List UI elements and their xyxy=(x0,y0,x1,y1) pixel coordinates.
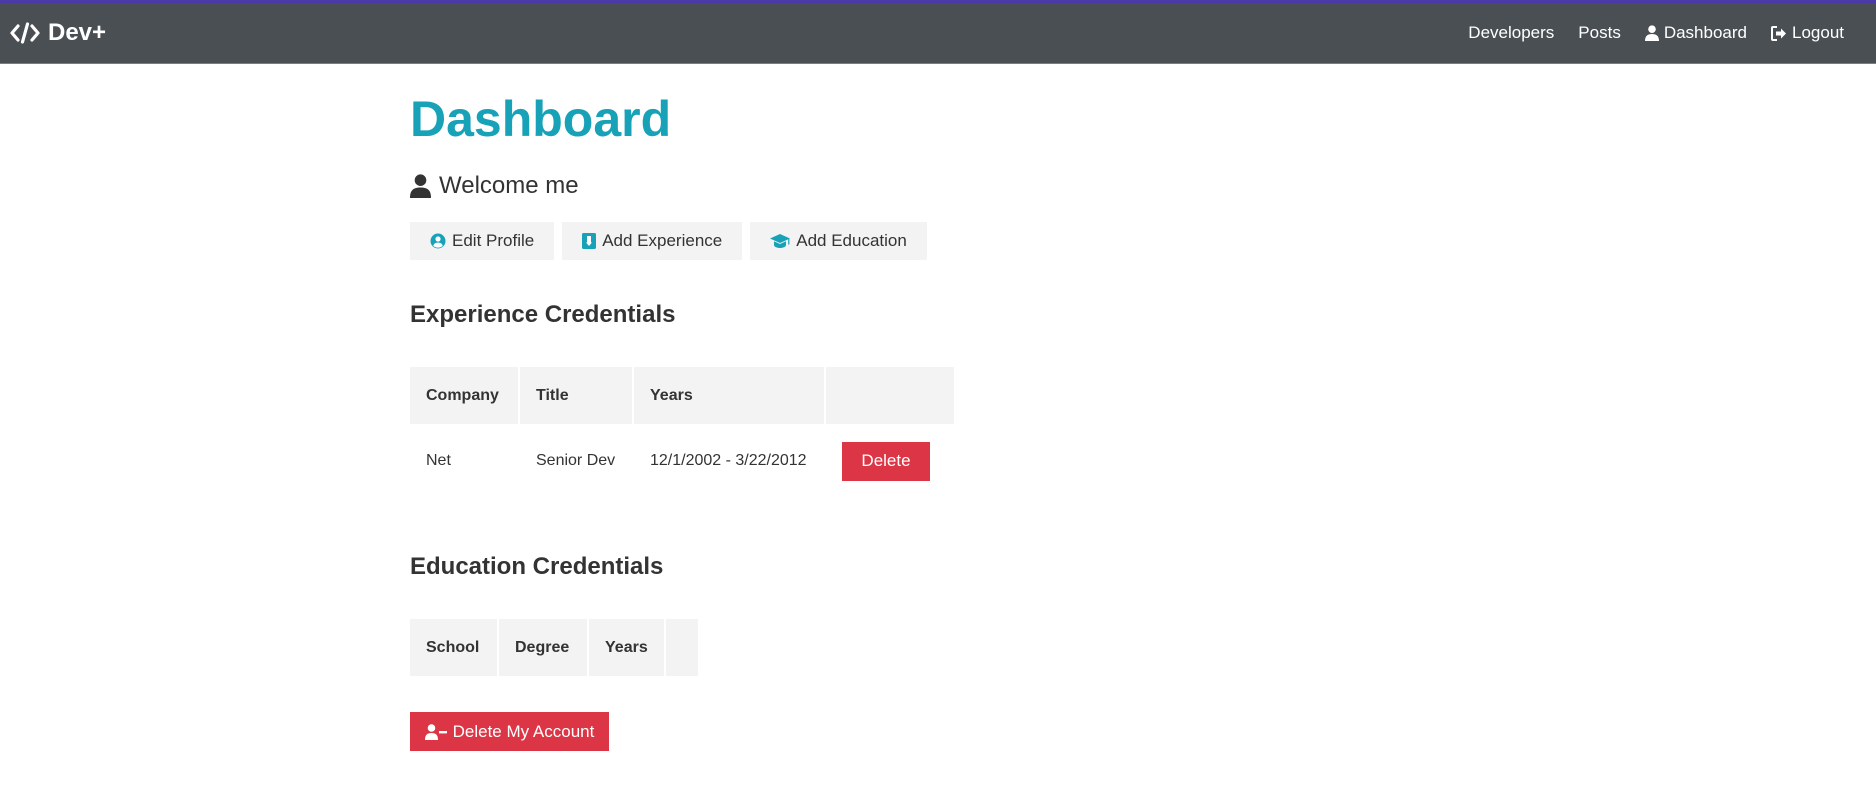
add-education-label: Add Education xyxy=(796,231,907,250)
experience-company: Net xyxy=(426,452,451,469)
delete-experience-button[interactable]: Delete xyxy=(842,441,930,481)
nav-link-developers[interactable]: Developers xyxy=(1468,23,1554,43)
column-header-years: Years xyxy=(634,367,824,424)
nav-link-label: Posts xyxy=(1578,23,1621,42)
table-row: Net Senior Dev 12/1/2002 - 3/22/2012 Del… xyxy=(410,426,954,496)
add-education-button[interactable]: Add Education xyxy=(750,222,927,260)
table-header-row: Company Title Years xyxy=(410,367,954,424)
logout-icon xyxy=(1771,25,1786,41)
delete-account-label: Delete My Account xyxy=(452,721,595,741)
experience-title: Senior Dev xyxy=(536,452,616,469)
nav-link-logout[interactable]: Logout xyxy=(1771,23,1844,43)
add-experience-label: Add Experience xyxy=(602,231,723,250)
education-title: Education Credentials xyxy=(410,553,664,580)
column-header-school: School xyxy=(410,619,497,676)
experience-years: 12/1/2002 - 3/22/2012 xyxy=(650,452,807,469)
navbar: Dev+ Developers Posts Dashboard Logout xyxy=(0,0,1876,64)
nav-link-posts[interactable]: Posts xyxy=(1578,23,1621,43)
edit-profile-button[interactable]: Edit Profile xyxy=(410,222,555,260)
column-header-actions xyxy=(665,619,698,676)
dashboard-actions: Edit Profile Add Experience Add Educatio… xyxy=(410,222,1410,260)
brand-link[interactable]: Dev+ xyxy=(10,19,106,47)
graduation-cap-icon xyxy=(770,233,791,248)
welcome-message: Welcome me xyxy=(410,172,1410,200)
user-icon xyxy=(1644,25,1659,41)
user-circle-icon xyxy=(430,233,446,249)
experience-title: Experience Credentials xyxy=(410,301,676,328)
nav-link-label: Developers xyxy=(1468,23,1555,42)
code-icon xyxy=(10,22,40,44)
page-title: Dashboard xyxy=(410,91,672,147)
id-badge-icon xyxy=(582,233,597,249)
column-header-actions xyxy=(826,367,954,424)
column-header-company: Company xyxy=(410,367,518,424)
nav-links: Developers Posts Dashboard Logout xyxy=(1468,23,1844,43)
add-experience-button[interactable]: Add Experience xyxy=(562,222,743,260)
experience-table: Company Title Years Net Senior Dev 12/1/… xyxy=(408,365,956,498)
table-header-row: School Degree Years xyxy=(410,619,698,676)
column-header-years: Years xyxy=(589,619,664,676)
column-header-degree: Degree xyxy=(499,619,587,676)
delete-account-button[interactable]: Delete My Account xyxy=(410,712,609,751)
main-content: Dashboard Welcome me Edit Profile Add Ex… xyxy=(410,64,1410,751)
edit-profile-label: Edit Profile xyxy=(452,231,535,250)
brand-name: Dev+ xyxy=(48,19,107,46)
column-header-title: Title xyxy=(520,367,632,424)
user-minus-icon xyxy=(424,723,447,740)
nav-link-label: Logout xyxy=(1792,23,1844,42)
experience-action-cell: Delete xyxy=(826,426,954,496)
user-icon xyxy=(410,174,431,198)
nav-link-dashboard[interactable]: Dashboard xyxy=(1644,23,1747,43)
education-table: School Degree Years xyxy=(408,617,700,678)
nav-link-label: Dashboard xyxy=(1663,23,1747,42)
welcome-text: Welcome me xyxy=(439,172,579,199)
